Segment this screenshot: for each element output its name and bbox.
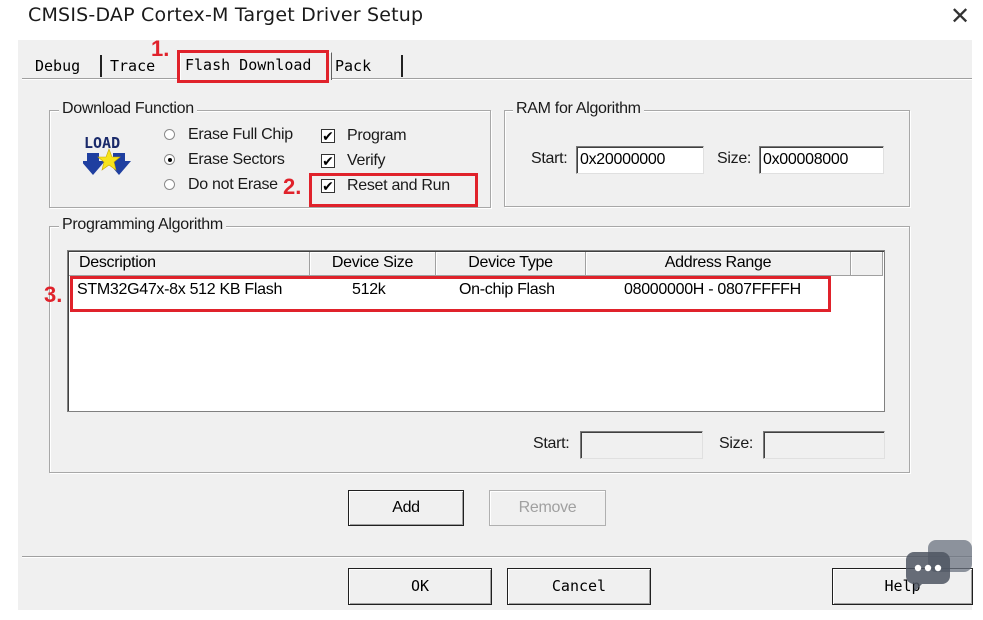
download-function-title: Download Function (59, 100, 197, 118)
checkbox-verify[interactable]: ✔ (321, 154, 335, 168)
ram-start-label: Start: (531, 150, 568, 167)
cell-device-size: 512k (352, 281, 386, 298)
radio-erase-full-chip[interactable] (164, 129, 175, 140)
tab-flash-download[interactable]: Flash Download (180, 52, 332, 80)
checkbox-reset-and-run[interactable]: ✔ (321, 179, 335, 193)
radio-do-not-erase[interactable] (164, 179, 175, 190)
annotation-number-1: 1. (151, 36, 170, 61)
programming-algorithm-title: Programming Algorithm (59, 216, 226, 234)
column-header-description[interactable]: Description (69, 252, 310, 276)
tab-separator (401, 55, 403, 77)
cell-address-range: 08000000H - 0807FFFFH (624, 281, 801, 298)
cancel-button[interactable]: Cancel (507, 568, 651, 605)
chat-bubble-watermark-icon (904, 538, 976, 610)
tab-separator (100, 55, 102, 77)
ram-size-input[interactable]: 0x00008000 (759, 146, 884, 174)
ram-start-input[interactable]: 0x20000000 (576, 146, 704, 174)
radio-label-erase-sectors: Erase Sectors (188, 151, 285, 168)
tab-debug[interactable]: Debug (31, 54, 84, 78)
radio-label-erase-full-chip: Erase Full Chip (188, 126, 293, 143)
remove-button: Remove (489, 490, 606, 526)
algorithm-start-input[interactable] (580, 431, 703, 459)
ram-size-label: Size: (717, 150, 752, 167)
column-header-address-range[interactable]: Address Range (586, 252, 851, 276)
algorithm-start-label: Start: (533, 435, 570, 452)
algorithm-size-input[interactable] (763, 431, 885, 459)
checkbox-program[interactable]: ✔ (321, 129, 335, 143)
window-title: CMSIS-DAP Cortex-M Target Driver Setup (28, 4, 424, 26)
annotation-number-3: 3. (44, 282, 63, 307)
footer-separator-highlight (22, 557, 972, 558)
radio-label-do-not-erase: Do not Erase (188, 176, 278, 193)
column-header-device-type[interactable]: Device Type (436, 252, 586, 276)
ram-group-title: RAM for Algorithm (513, 100, 644, 118)
cell-description: STM32G47x-8x 512 KB Flash (77, 281, 283, 298)
table-row[interactable]: STM32G47x-8x 512 KB Flash 512k On-chip F… (69, 279, 883, 303)
checkbox-label-program: Program (347, 127, 407, 144)
column-header-device-size[interactable]: Device Size (310, 252, 436, 276)
add-button[interactable]: Add (348, 490, 464, 526)
tab-strip-highlight (22, 79, 972, 80)
ok-button[interactable]: OK (348, 568, 492, 605)
close-icon[interactable]: ✕ (947, 4, 973, 30)
annotation-number-2: 2. (283, 174, 302, 199)
cell-device-type: On-chip Flash (459, 281, 555, 298)
checkbox-label-verify: Verify (347, 152, 386, 169)
load-logo-text: LOAD (84, 134, 120, 152)
tab-pack[interactable]: Pack (331, 54, 375, 78)
load-icon: LOAD (81, 131, 135, 183)
checkbox-label-reset-and-run: Reset and Run (347, 177, 450, 194)
radio-erase-sectors[interactable] (164, 154, 175, 165)
column-header-filler (851, 252, 883, 276)
algorithm-size-label: Size: (719, 435, 754, 452)
